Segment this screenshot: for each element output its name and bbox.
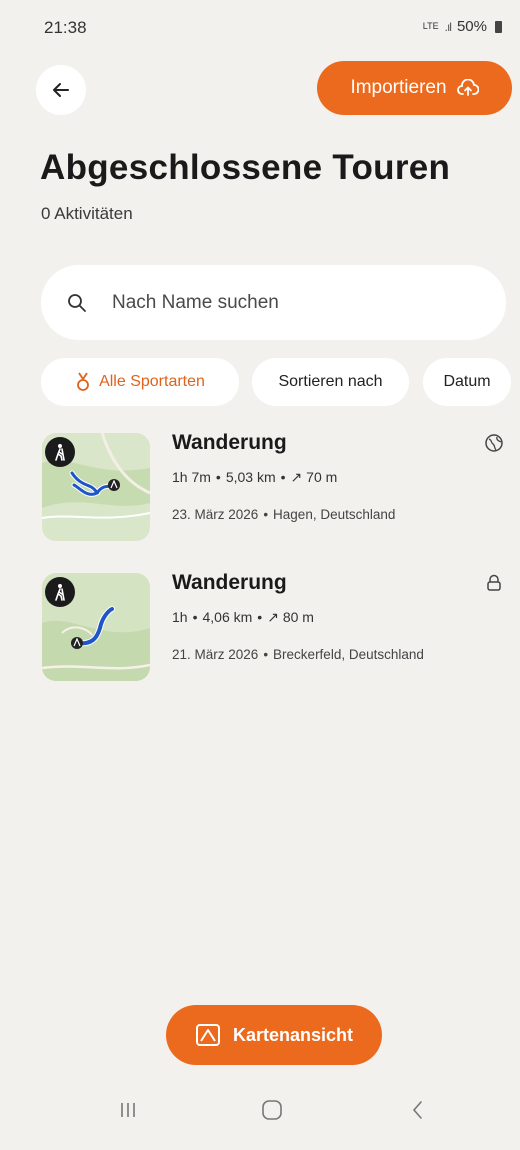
activity-count: 0 Aktivitäten [41,204,133,223]
battery-level: 50% [456,18,487,35]
battery-icon [495,20,502,33]
elevation-up-icon: ↗ [290,469,307,485]
medal-icon [77,372,89,391]
tour-stats: 1h • 4,06 km • ↗ 80 m [172,609,314,625]
network-type: LTE [422,21,439,31]
tour-duration: 1h 7m [172,469,211,485]
home-icon [262,1100,282,1120]
back-button[interactable] [36,65,86,115]
signal-icon: .ıl [444,19,452,34]
sort-by-label: Sortieren nach [278,373,383,390]
tour-list-item[interactable]: Wanderung 1h 7m • 5,03 km • ↗ 70 m 23. März … [42,431,512,543]
cloud-upload-icon [456,79,479,96]
map-view-button[interactable]: Kartenansicht [166,1005,382,1065]
tour-duration: 1h [172,609,188,625]
import-label: Importieren [350,77,447,98]
elevation-up-icon: ↗ [267,609,283,625]
tour-elevation: 70 m [306,469,338,485]
tour-location: Breckerfeld, Deutschland [273,647,424,662]
status-time: 21:38 [44,18,87,37]
tour-title: Wanderung [172,571,287,594]
tour-date: 23. März 2026 [172,507,259,522]
map-view-label: Kartenansicht [232,1024,354,1045]
import-button[interactable]: Importieren [317,61,512,115]
hiking-icon [45,577,75,607]
date-sort-chip[interactable]: Datum [423,358,511,406]
tour-distance: 4,06 km [202,609,253,625]
tour-location: Hagen, Deutschland [273,507,396,522]
sort-by-chip[interactable]: Sortieren nach [252,358,409,406]
search-input[interactable] [110,290,474,315]
tour-elevation: 80 m [282,609,314,625]
globe-icon [485,434,503,452]
tour-title: Wanderung [172,431,287,454]
back-arrow-icon [53,83,69,97]
tour-distance: 5,03 km [225,469,276,485]
tour-meta: 23. März 2026 • Hagen, Deutschland [172,507,396,522]
status-bar: 21:38 LTE .ıl 50% [0,0,520,50]
status-indicators: LTE .ıl 50% [423,18,502,35]
system-back-button[interactable] [398,1095,438,1125]
tour-stats: 1h 7m • 5,03 km • ↗ 70 m [172,469,338,485]
tour-map-thumbnail [42,433,150,541]
tour-list-item[interactable]: Wanderung 1h • 4,06 km • ↗ 80 m 21. März 202… [42,571,512,683]
home-button[interactable] [252,1095,292,1125]
recent-apps-icon [121,1103,135,1117]
lock-icon [487,574,501,591]
filter-sport-label: Alle Sportarten [99,373,205,390]
date-sort-label: Datum [443,373,491,390]
map-icon [195,1024,220,1046]
tour-date: 21. März 2026 [172,647,259,662]
hiking-icon [45,437,75,467]
recent-apps-button[interactable] [108,1095,148,1125]
tour-meta: 21. März 2026 • Breckerfeld, Deutschland [172,647,424,662]
search-bar[interactable] [41,265,506,340]
tour-map-thumbnail [42,573,150,681]
search-icon [66,292,88,314]
page-title: Abgeschlossene Touren [40,148,451,187]
system-nav-bar [0,1075,520,1150]
chevron-left-icon [412,1101,422,1119]
filter-sport-chip[interactable]: Alle Sportarten [41,358,239,406]
